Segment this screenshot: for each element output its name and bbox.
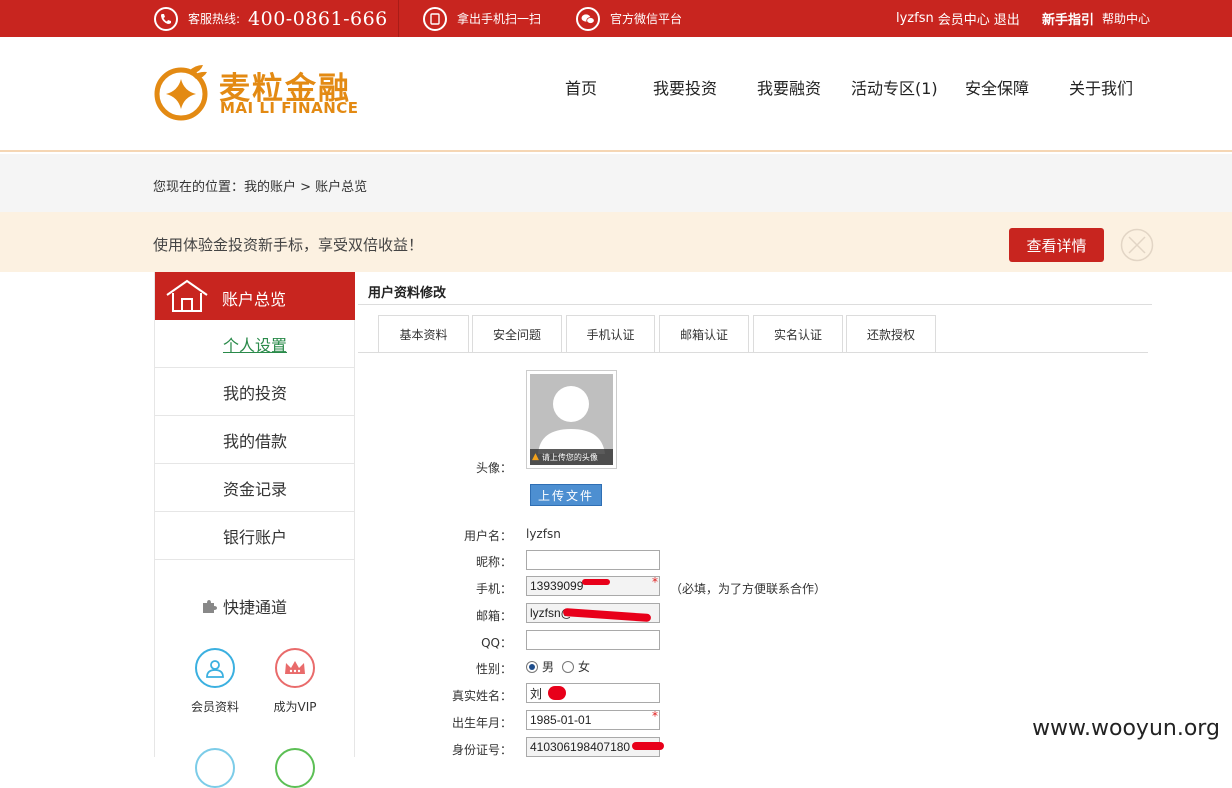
gender-female-label: 女 <box>578 660 591 674</box>
user-icon <box>195 648 235 688</box>
tab-phone-verification[interactable]: 手机认证 <box>566 315 655 352</box>
gender-female-radio[interactable] <box>562 660 575 673</box>
nav-security[interactable]: 安全保障 <box>965 75 1029 99</box>
mobile-scan-link[interactable]: 拿出手机扫一扫 <box>423 0 541 37</box>
mobile-icon <box>423 6 447 31</box>
sidebar-header-label: 账户总览 <box>222 290 287 309</box>
sidebar-item-my-investments[interactable]: 我的投资 <box>155 368 355 416</box>
top-bar: 客服热线: 400-0861-666 拿出手机扫一扫 官方微信平台 lyzfsn… <box>0 0 1232 37</box>
nav-finance[interactable]: 我要融资 <box>757 75 821 99</box>
sidebar-item-personal-settings[interactable]: 个人设置 <box>155 320 355 368</box>
quick-access-title: 快捷通道 <box>201 594 287 618</box>
main-title-bar: 用户资料修改 <box>358 272 1152 305</box>
quick-member-profile[interactable]: 会员资料 <box>175 648 255 715</box>
avatar-label: 头像： <box>475 461 512 475</box>
gender-label: 性别： <box>475 662 512 676</box>
tab-basic-info[interactable]: 基本资料 <box>378 315 469 353</box>
wechat-link[interactable]: 官方微信平台 <box>576 0 682 37</box>
logout-link[interactable]: 退出 <box>994 9 1020 28</box>
birth-required-mark: * <box>652 709 658 723</box>
id-label: 身份证号： <box>451 743 512 757</box>
upload-file-button[interactable]: 上传文件 <box>530 484 602 506</box>
nickname-label: 昵称： <box>475 555 512 569</box>
close-icon[interactable] <box>1120 228 1154 262</box>
logo[interactable]: 麦粒金融 MAI LI FINANCE <box>153 61 363 123</box>
guide-link[interactable]: 新手指引 <box>1042 9 1094 28</box>
phone-note: （必填，为了方便联系合作） <box>670 582 827 596</box>
hotline: 客服热线: 400-0861-666 <box>154 0 388 37</box>
sidebar-item-bank-account[interactable]: 银行账户 <box>155 512 355 560</box>
wechat-label: 官方微信平台 <box>610 12 683 26</box>
hotline-number: 400-0861-666 <box>248 7 388 30</box>
tab-divider <box>358 352 1148 353</box>
avatar-hint: ▲ 请上传您的头像 <box>530 449 613 465</box>
birth-label: 出生年月： <box>451 716 512 730</box>
promo-text: 使用体验金投资新手标，享受双倍收益！ <box>153 236 424 254</box>
username-link[interactable]: lyzfsn <box>896 11 934 26</box>
redaction-mark <box>632 742 664 750</box>
avatar-frame: ▲ 请上传您的头像 <box>526 370 617 469</box>
realname-input[interactable] <box>526 683 660 703</box>
logo-text-en: MAI LI FINANCE <box>220 99 359 117</box>
watermark: www.wooyun.org <box>1020 712 1232 745</box>
phone-label: 手机： <box>475 582 512 596</box>
realname-label: 真实姓名： <box>451 689 512 703</box>
wechat-icon <box>576 6 600 31</box>
hotline-label: 客服热线: <box>188 12 241 26</box>
redaction-mark <box>582 579 610 585</box>
breadcrumb-band: 您现在的位置：我的账户 > 账户总览 <box>0 154 1232 212</box>
phone-required-mark: * <box>652 575 658 589</box>
sidebar-item-my-loans[interactable]: 我的借款 <box>155 416 355 464</box>
quick-become-vip-label: 成为VIP <box>273 700 317 714</box>
breadcrumb: 您现在的位置：我的账户 > 账户总览 <box>153 180 368 195</box>
quick-member-profile-label: 会员资料 <box>190 700 239 714</box>
crown-icon <box>275 648 315 688</box>
header: 麦粒金融 MAI LI FINANCE 首页 我要投资 我要融资 活动专区(1)… <box>0 37 1232 152</box>
sidebar-header[interactable]: 账户总览 <box>155 272 355 320</box>
sidebar: 账户总览 个人设置 我的投资 我的借款 资金记录 银行账户 快捷通道 会员资料 … <box>154 272 355 788</box>
warning-icon: ▲ <box>532 452 539 462</box>
help-link[interactable]: 帮助中心 <box>1102 10 1150 27</box>
quick-become-vip[interactable]: 成为VIP <box>255 648 335 715</box>
sidebar-item-fund-records[interactable]: 资金记录 <box>155 464 355 512</box>
avatar-hint-text: 请上传您的头像 <box>541 452 598 462</box>
email-label: 邮箱： <box>475 609 512 623</box>
member-center-link[interactable]: 会员中心 <box>938 9 990 28</box>
quick-item-partial-blue[interactable] <box>195 748 235 788</box>
tab-repayment-authorization[interactable]: 还款授权 <box>846 315 936 352</box>
nav-home[interactable]: 首页 <box>565 75 597 99</box>
nav-activity[interactable]: 活动专区(1) <box>851 75 938 99</box>
main-panel: 用户资料修改 基本资料 安全问题 手机认证 邮箱认证 实名认证 还款授权 ▲ 请… <box>358 272 1152 757</box>
house-icon <box>166 279 208 312</box>
user-links: lyzfsn 会员中心 退出 <box>896 0 1024 37</box>
puzzle-icon <box>203 600 217 613</box>
gender-male-radio[interactable] <box>526 660 538 673</box>
qq-label: QQ： <box>481 636 512 650</box>
help-links: 新手指引 帮助中心 <box>1042 0 1150 37</box>
nickname-input[interactable] <box>526 550 660 570</box>
gender-male-label: 男 <box>542 660 555 674</box>
username-value: lyzfsn <box>526 527 561 541</box>
gender-options: 男 女 <box>526 658 590 675</box>
tab-email-verification[interactable]: 邮箱认证 <box>659 315 749 352</box>
redaction-mark <box>548 686 566 700</box>
logo-mark-icon <box>154 65 208 121</box>
quick-access-label: 快捷通道 <box>223 598 288 617</box>
promo-details-button[interactable]: 查看详情 <box>1009 228 1104 262</box>
scan-label: 拿出手机扫一扫 <box>457 12 542 26</box>
phone-icon <box>154 6 178 31</box>
username-label: 用户名： <box>463 529 512 543</box>
promo-banner: 使用体验金投资新手标，享受双倍收益！ 查看详情 <box>0 212 1232 272</box>
qq-input[interactable] <box>526 630 660 650</box>
tab-security-question[interactable]: 安全问题 <box>472 315 562 352</box>
avatar: ▲ 请上传您的头像 <box>530 374 613 465</box>
nav-invest[interactable]: 我要投资 <box>653 75 717 99</box>
tab-realname-verification[interactable]: 实名认证 <box>753 315 843 352</box>
main-title: 用户资料修改 <box>368 286 447 301</box>
birth-input[interactable] <box>526 710 660 730</box>
quick-item-partial-green[interactable] <box>275 748 315 788</box>
nav-about[interactable]: 关于我们 <box>1069 75 1133 99</box>
